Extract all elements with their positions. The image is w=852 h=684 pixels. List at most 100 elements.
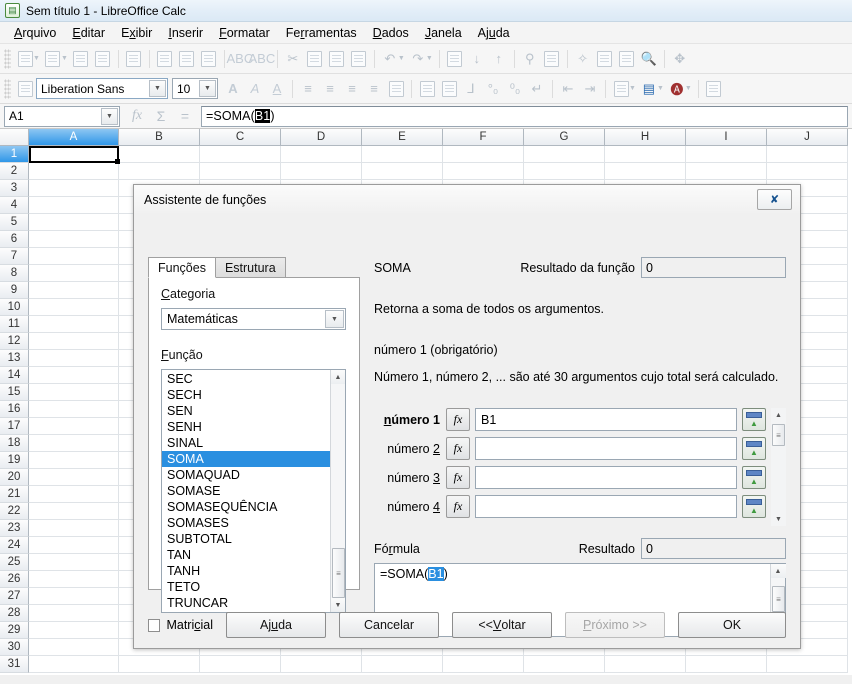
name-box[interactable]: A1 ▼ bbox=[4, 105, 120, 127]
redo-icon[interactable]: ↷ bbox=[407, 47, 429, 71]
sort-descending-icon[interactable]: ↑ bbox=[488, 47, 510, 71]
increase-indent-icon[interactable]: ⇥ bbox=[579, 77, 601, 101]
function-list-item[interactable]: SOMA bbox=[162, 451, 330, 467]
font-color-icon[interactable]: 🅐 bbox=[666, 77, 688, 101]
decrease-indent-icon[interactable]: ⇤ bbox=[557, 77, 579, 101]
column-header-E[interactable]: E bbox=[362, 129, 443, 146]
row-header-11[interactable]: 11 bbox=[0, 316, 29, 333]
cell-A7[interactable] bbox=[29, 248, 119, 265]
row-header-29[interactable]: 29 bbox=[0, 622, 29, 639]
row-header-14[interactable]: 14 bbox=[0, 367, 29, 384]
undo-icon[interactable]: ↶ bbox=[379, 47, 401, 71]
shrink-dialog-icon[interactable] bbox=[742, 495, 766, 519]
menu-item-dados[interactable]: Dados bbox=[365, 24, 417, 42]
cell-H2[interactable] bbox=[605, 163, 686, 180]
format-as-number-icon[interactable]: ⅃ bbox=[460, 77, 482, 101]
cell-B31[interactable] bbox=[119, 656, 200, 673]
shrink-dialog-icon[interactable] bbox=[742, 466, 766, 490]
cell-A31[interactable] bbox=[29, 656, 119, 673]
cell-A11[interactable] bbox=[29, 316, 119, 333]
function-list-item[interactable]: SEC bbox=[162, 371, 330, 387]
row-header-4[interactable]: 4 bbox=[0, 197, 29, 214]
cell-C31[interactable] bbox=[200, 656, 281, 673]
function-list-item[interactable]: SINAL bbox=[162, 435, 330, 451]
font-name-input[interactable]: Liberation Sans ▼ bbox=[36, 78, 168, 99]
equals-icon[interactable]: = bbox=[173, 105, 197, 127]
cell-A8[interactable] bbox=[29, 265, 119, 282]
function-list[interactable]: SEC SECH SEN SENH SINAL SOMA SOMAQUAD SOMASE SOM… bbox=[161, 369, 346, 613]
row-header-27[interactable]: 27 bbox=[0, 588, 29, 605]
align-justified-icon[interactable]: ≡ bbox=[363, 77, 385, 101]
autospellcheck-icon[interactable]: ABC bbox=[249, 47, 276, 71]
paste-icon[interactable] bbox=[326, 47, 348, 71]
align-right-icon[interactable]: ≡ bbox=[341, 77, 363, 101]
row-header-8[interactable]: 8 bbox=[0, 265, 29, 282]
row-header-7[interactable]: 7 bbox=[0, 248, 29, 265]
borders-icon[interactable] bbox=[610, 77, 632, 101]
column-header-C[interactable]: C bbox=[200, 129, 281, 146]
row-header-17[interactable]: 17 bbox=[0, 418, 29, 435]
row-header-2[interactable]: 2 bbox=[0, 163, 29, 180]
fx-icon[interactable]: fx bbox=[446, 466, 470, 490]
chevron-down-icon[interactable]: ▼ bbox=[149, 80, 166, 97]
cell-E1[interactable] bbox=[362, 146, 443, 163]
argument-scrollbar[interactable]: ▲ ≡ ▼ bbox=[771, 408, 786, 527]
bold-icon[interactable]: A bbox=[222, 77, 244, 101]
conditional-formatting-icon[interactable] bbox=[703, 77, 725, 101]
column-header-G[interactable]: G bbox=[524, 129, 605, 146]
edit-mode-icon[interactable] bbox=[123, 47, 145, 71]
back-button[interactable]: << Voltar bbox=[452, 612, 552, 638]
column-header-H[interactable]: H bbox=[605, 129, 686, 146]
row-header-10[interactable]: 10 bbox=[0, 299, 29, 316]
cell-A18[interactable] bbox=[29, 435, 119, 452]
find-replace-icon[interactable] bbox=[444, 47, 466, 71]
italic-icon[interactable]: A bbox=[244, 77, 266, 101]
column-header-D[interactable]: D bbox=[281, 129, 362, 146]
cell-I31[interactable] bbox=[686, 656, 767, 673]
function-list-item[interactable]: SUBTOTAL bbox=[162, 531, 330, 547]
menu-item-editar[interactable]: Editar bbox=[64, 24, 113, 42]
cell-J1[interactable] bbox=[767, 146, 848, 163]
menu-item-ajuda[interactable]: Ajuda bbox=[470, 24, 518, 42]
scroll-up-icon[interactable]: ▲ bbox=[330, 370, 345, 384]
function-list-item[interactable]: SOMASEQUÊNCIA bbox=[162, 499, 330, 515]
tab-funcoes[interactable]: Funções bbox=[148, 257, 216, 278]
insert-image-icon[interactable] bbox=[541, 47, 563, 71]
cell-A25[interactable] bbox=[29, 554, 119, 571]
row-header-20[interactable]: 20 bbox=[0, 469, 29, 486]
email-icon[interactable] bbox=[92, 47, 114, 71]
scrollbar-thumb[interactable]: ≡ bbox=[332, 548, 345, 598]
cell-J2[interactable] bbox=[767, 163, 848, 180]
column-header-A[interactable]: A bbox=[29, 129, 119, 146]
cell-C2[interactable] bbox=[200, 163, 281, 180]
row-header-1[interactable]: 1 bbox=[0, 146, 29, 163]
cell-I2[interactable] bbox=[686, 163, 767, 180]
row-header-28[interactable]: 28 bbox=[0, 605, 29, 622]
cell-A9[interactable] bbox=[29, 282, 119, 299]
cell-J31[interactable] bbox=[767, 656, 848, 673]
argument-input-3[interactable] bbox=[475, 466, 737, 490]
insert-hyperlink-icon[interactable] bbox=[616, 47, 638, 71]
row-header-3[interactable]: 3 bbox=[0, 180, 29, 197]
function-list-item[interactable]: SEN bbox=[162, 403, 330, 419]
function-list-items[interactable]: SEC SECH SEN SENH SINAL SOMA SOMAQUAD SOMASE SOM… bbox=[162, 370, 330, 612]
cell-A13[interactable] bbox=[29, 350, 119, 367]
row-header-23[interactable]: 23 bbox=[0, 520, 29, 537]
copy-icon[interactable] bbox=[304, 47, 326, 71]
cell-A23[interactable] bbox=[29, 520, 119, 537]
fx-icon[interactable]: fx bbox=[446, 495, 470, 519]
insert-chart-icon[interactable]: ✧ bbox=[572, 47, 594, 71]
menu-item-arquivo[interactable]: Arquivo bbox=[6, 24, 64, 42]
function-list-item[interactable]: TAN bbox=[162, 547, 330, 563]
fx-icon[interactable]: fx bbox=[446, 437, 470, 461]
sort-ascending-icon[interactable]: ↓ bbox=[466, 47, 488, 71]
row-header-18[interactable]: 18 bbox=[0, 435, 29, 452]
cell-B1[interactable] bbox=[119, 146, 200, 163]
cell-G2[interactable] bbox=[524, 163, 605, 180]
cell-A3[interactable] bbox=[29, 180, 119, 197]
open-document-icon[interactable] bbox=[42, 47, 64, 71]
row-header-5[interactable]: 5 bbox=[0, 214, 29, 231]
formula-input[interactable]: =SOMA(B1) bbox=[201, 105, 848, 127]
new-document-icon[interactable] bbox=[14, 47, 36, 71]
function-list-item[interactable]: SECH bbox=[162, 387, 330, 403]
